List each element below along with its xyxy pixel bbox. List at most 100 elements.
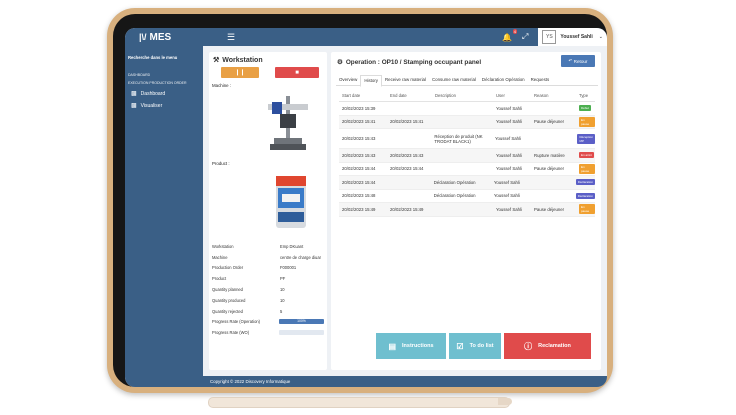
tab-d-claration-op-ration[interactable]: Déclaration Opération xyxy=(479,75,528,85)
table-row: 20/02/2023 15:39 Youssef Sahli Début xyxy=(339,102,595,116)
fullscreen-icon[interactable]: ⤢ xyxy=(522,32,528,42)
instructions-button[interactable]: ▤ Instructions xyxy=(376,333,446,359)
button-label: To do list xyxy=(469,343,494,349)
sidebar-section-dashboard: DASHBOARD xyxy=(128,73,151,77)
progress-row-wo: Progress Rate (WO) xyxy=(212,327,324,338)
cell-start: 20/02/2023 15:41 xyxy=(342,119,376,125)
tab-overview[interactable]: Overview xyxy=(336,75,360,85)
info-value: 10 xyxy=(280,287,285,293)
cell-type: En arrêt xyxy=(579,152,595,159)
history-table-body: 20/02/2023 15:39 Youssef Sahli Début 20/02/… xyxy=(339,102,595,217)
table-row: 20/02/2023 15:43 Réception de produit (NK… xyxy=(339,129,595,149)
operation-panel: ⚙ Operation : OP10 / Stamping occupant p… xyxy=(331,52,601,370)
user-menu[interactable]: YS Youssef Sahli ⌄ xyxy=(538,28,607,46)
logo-mark: |\/ xyxy=(139,32,147,42)
info-row: Workstation Emp DKuant xyxy=(212,241,324,252)
sidebar-item-visualiser[interactable]: ▩ Visualiser xyxy=(125,97,203,110)
operation-title-text: Operation : OP10 / Stamping occupant pan… xyxy=(345,58,482,66)
tab-consume-raw-material[interactable]: Consume raw material xyxy=(429,75,479,85)
operation-title: ⚙ Operation : OP10 / Stamping occupant p… xyxy=(337,58,482,67)
cell-user: Youssef Sahli xyxy=(495,136,521,141)
sidebar-search[interactable]: Recherche dans le menu xyxy=(125,46,203,60)
product-label: Product : xyxy=(212,161,230,166)
bar-chart-icon: ▩ xyxy=(131,103,137,109)
notification-bell-icon[interactable]: 🔔 4 xyxy=(502,28,517,42)
sidebar-item-label: Dashboard xyxy=(140,90,166,97)
type-badge: En pause xyxy=(579,116,595,127)
cell-reason: Rupture matière xyxy=(534,152,565,158)
return-button[interactable]: ↶ Retour xyxy=(561,55,595,67)
type-badge: Début xyxy=(579,105,592,112)
column-header[interactable]: Description xyxy=(435,93,496,98)
workstation-title-text: Workstation xyxy=(222,56,263,64)
pause-button[interactable]: ❙❙ xyxy=(221,67,259,78)
sidebar: Recherche dans le menu DASHBOARD EXECUTI… xyxy=(125,46,203,376)
workstation-panel: ⚒ Workstation ❙❙ ■ Machine : Product : W… xyxy=(209,52,327,370)
info-value: 5 xyxy=(280,308,283,314)
machine-image xyxy=(268,96,308,150)
column-header[interactable]: End date xyxy=(390,93,435,98)
cell-type: Début xyxy=(579,105,595,112)
column-header[interactable]: Type xyxy=(579,93,595,98)
cell-type: Déclaration xyxy=(575,192,595,199)
reclamation-button[interactable]: ⓘ Reclamation xyxy=(504,333,591,359)
chevron-down-icon[interactable]: ⌄ xyxy=(599,34,603,40)
table-header: Start date End date Description User Rea… xyxy=(339,89,595,102)
type-badge: En arrêt xyxy=(579,152,594,159)
column-header[interactable]: User xyxy=(496,93,534,98)
stylus-pencil xyxy=(208,397,510,408)
info-value: F000001 xyxy=(280,265,297,271)
workstation-title: ⚒ Workstation xyxy=(213,56,263,65)
cell-user: Youssef Sahli xyxy=(493,179,520,185)
tab-requests[interactable]: Requests xyxy=(528,75,553,85)
app-screen: |\/ MES ☰ 🔔 4 ⤢ YS Youssef Sahli ⌄ Recher… xyxy=(125,28,607,387)
cell-user: Youssef Sahli xyxy=(496,119,522,125)
cell-user: Youssef Sahli xyxy=(496,166,522,172)
workstation-info-table: Workstation Emp DKuant Machine centre de c… xyxy=(212,241,324,338)
stop-icon: ■ xyxy=(295,69,299,76)
cell-start: 20/02/2023 15:44 xyxy=(342,179,376,185)
progress-row-operation: Progress Rate (Operation) 100% xyxy=(212,317,324,328)
cell-start: 20/02/2023 15:43 xyxy=(342,152,376,158)
cell-end: 20/02/2023 15:41 xyxy=(390,119,424,125)
cell-user: Youssef Sahli xyxy=(496,152,522,158)
sidebar-item-dashboard[interactable]: ▩ Dashboard xyxy=(125,85,203,98)
to-do-list-button[interactable]: ☑ To do list xyxy=(449,333,501,359)
app-logo[interactable]: |\/ MES xyxy=(125,32,217,43)
top-bar-right: 🔔 4 ⤢ YS Youssef Sahli ⌄ xyxy=(502,28,607,46)
info-value: Emp DKuant xyxy=(280,243,304,249)
cell-start: 20/02/2023 15:44 xyxy=(342,166,376,172)
product-image xyxy=(276,176,306,228)
cell-end: 20/02/2023 15:49 xyxy=(390,206,424,212)
stop-button[interactable]: ■ xyxy=(275,67,319,78)
tablet-bezel: |\/ MES ☰ 🔔 4 ⤢ YS Youssef Sahli ⌄ Recher… xyxy=(113,14,607,387)
info-row: Machine centre de charge diuar xyxy=(212,252,324,263)
menu-toggle-icon[interactable]: ☰ xyxy=(227,32,235,43)
table-row: 20/02/2023 15:41 20/02/2023 15:41 Youssef … xyxy=(339,115,595,129)
tab-receive-raw-material[interactable]: Receive raw material xyxy=(382,75,429,85)
cell-type: En pause xyxy=(579,116,595,127)
bar-chart-icon: ▩ xyxy=(131,91,137,97)
sidebar-section-execution: EXECUTION PRODUCTION ORDER xyxy=(128,81,187,85)
cell-user: Youssef Sahli xyxy=(496,105,522,111)
tab-history[interactable]: History xyxy=(360,75,382,87)
pause-icon: ❙❙ xyxy=(234,70,246,76)
logo-text: MES xyxy=(149,31,172,43)
table-row: 20/02/2023 15:49 20/02/2023 15:49 Youssef … xyxy=(339,203,595,217)
checklist-icon: ☑ xyxy=(456,341,464,351)
cell-desc: Déclaration Opération xyxy=(433,193,476,199)
type-badge: Déclaration xyxy=(575,192,595,199)
column-header[interactable]: Start date xyxy=(339,93,390,98)
cell-user: Youssef Sahli xyxy=(496,206,522,212)
cell-type: Réception MP xyxy=(577,133,595,144)
avatar: YS xyxy=(542,30,557,44)
info-key: Quantity produced xyxy=(212,297,246,303)
column-header[interactable]: Reason xyxy=(534,93,579,98)
footer: Copyright © 2022 Discovery Informatique xyxy=(125,376,607,387)
info-key: Quantity planned xyxy=(212,287,243,293)
info-row: Production Order F000001 xyxy=(212,263,324,274)
return-label: Retour xyxy=(573,58,588,64)
cell-type: Déclaration xyxy=(575,179,595,186)
table-row: 20/02/2023 15:44 Déclaration Opération You… xyxy=(339,176,595,190)
info-key: Quantity rejected xyxy=(212,308,243,314)
